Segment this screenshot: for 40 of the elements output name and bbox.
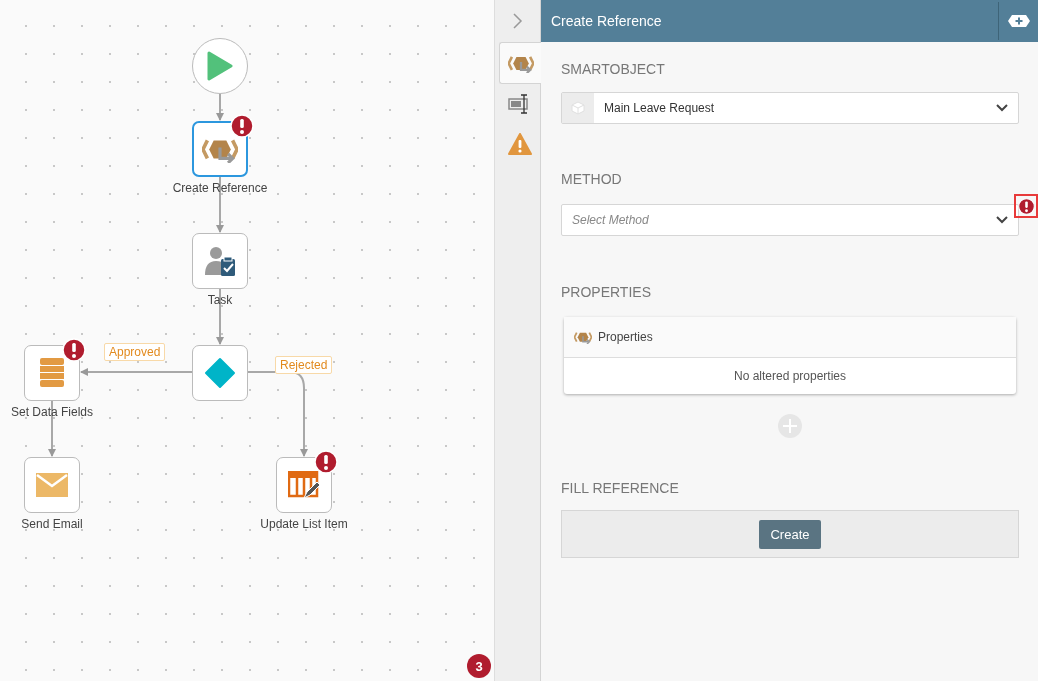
smartobject-dropdown[interactable]: Main Leave Request xyxy=(561,92,1019,124)
section-heading: PROPERTIES xyxy=(561,284,652,301)
node-label: Task xyxy=(206,293,234,307)
workflow-node[interactable] xyxy=(24,457,80,513)
edge-label: Rejected xyxy=(275,356,333,374)
chevron-right-icon xyxy=(512,13,523,29)
workflow-node[interactable] xyxy=(192,233,248,289)
empty-message: No altered properties xyxy=(732,368,848,385)
connector-arrow xyxy=(216,93,224,121)
node-label: Update List Item xyxy=(259,517,349,531)
method-dropdown[interactable]: Select Method xyxy=(561,204,1019,236)
stacked-bars-icon xyxy=(39,357,65,389)
edge-label: Approved xyxy=(104,343,166,361)
envelope-icon xyxy=(36,473,68,497)
create-button[interactable]: Create xyxy=(759,519,821,549)
warning-icon xyxy=(508,133,532,155)
user-clipboard-icon xyxy=(203,245,237,277)
section-heading: FILL REFERENCE xyxy=(561,480,680,497)
side-tab[interactable] xyxy=(499,42,541,84)
plus-icon xyxy=(783,419,797,433)
start-node[interactable] xyxy=(192,38,248,94)
diamond-icon xyxy=(204,357,236,389)
list-edit-icon xyxy=(288,471,320,499)
cube-icon xyxy=(571,101,585,115)
workflow-node[interactable] xyxy=(192,121,248,177)
workflow-node[interactable] xyxy=(276,457,332,513)
chevron-down-icon xyxy=(996,216,1008,224)
section-heading: METHOD xyxy=(561,171,623,188)
error-count-badge: 3 xyxy=(467,654,491,678)
node-label: Send Email xyxy=(20,517,84,531)
chevron-down-icon xyxy=(996,104,1008,112)
section-heading: SMARTOBJECT xyxy=(561,61,666,78)
workflow-node[interactable] xyxy=(24,345,80,401)
panel-title: Create Reference xyxy=(550,13,663,29)
workflow-node[interactable] xyxy=(192,345,248,401)
play-icon xyxy=(207,51,233,81)
card-title: Properties xyxy=(598,330,653,344)
tag-plus-icon xyxy=(1006,14,1031,28)
node-label: Set Data Fields xyxy=(9,405,94,419)
node-label: Create Reference xyxy=(171,181,269,195)
